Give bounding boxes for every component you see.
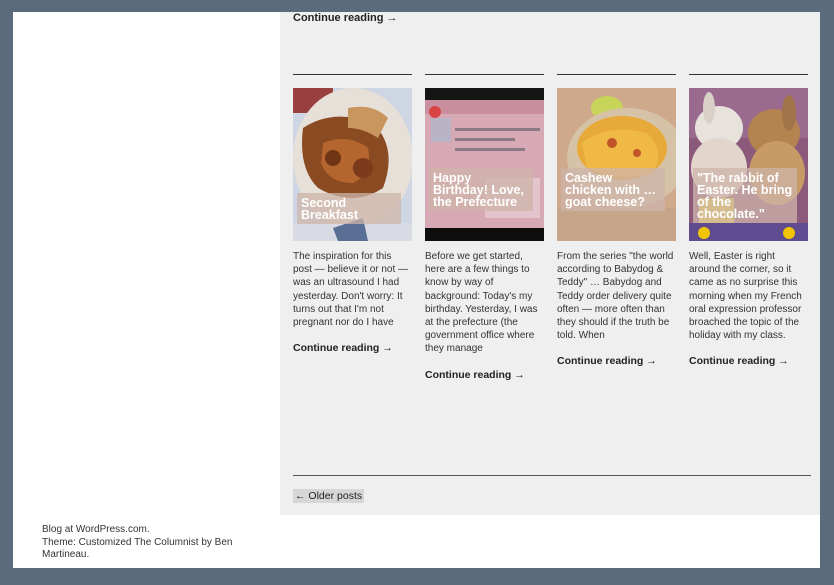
- post-card: Second Breakfast The inspiration for thi…: [293, 74, 412, 354]
- post-title[interactable]: Happy Birthday! Love, the Prefecture: [429, 168, 533, 211]
- site-footer: Blog at WordPress.com. Theme: Customized…: [42, 524, 272, 562]
- post-title[interactable]: Cashew chicken with … goat cheese?: [561, 168, 665, 211]
- post-title[interactable]: Second Breakfast: [297, 193, 401, 224]
- post-card: Happy Birthday! Love, the Prefecture Bef…: [425, 74, 544, 381]
- continue-reading-link[interactable]: Continue reading →: [689, 355, 808, 367]
- post-thumbnail[interactable]: "The rabbit of Easter. He bring of the c…: [689, 88, 808, 241]
- footer-credit[interactable]: Blog at WordPress.com.: [42, 524, 272, 537]
- divider: [557, 74, 676, 75]
- post-title[interactable]: "The rabbit of Easter. He bring of the c…: [693, 168, 797, 223]
- footer-theme[interactable]: Theme: Customized The Columnist by Ben M…: [42, 537, 272, 562]
- post-card: Cashew chicken with … goat cheese? From …: [557, 74, 676, 367]
- divider: [293, 74, 412, 75]
- post-excerpt: Before we get started, here are a few th…: [425, 251, 538, 355]
- page: Continue reading → Second Breakfast The …: [13, 12, 820, 568]
- continue-reading-link[interactable]: Continue reading →: [293, 12, 398, 24]
- pagination-divider: [293, 475, 811, 476]
- divider: [689, 74, 808, 75]
- post-excerpt: From the series "the world according to …: [557, 251, 674, 342]
- post-thumbnail[interactable]: Happy Birthday! Love, the Prefecture: [425, 88, 544, 241]
- post-excerpt: The inspiration for this post — believe …: [293, 251, 409, 329]
- post-grid: Continue reading → Second Breakfast The …: [280, 12, 820, 515]
- continue-reading-link[interactable]: Continue reading →: [293, 342, 412, 354]
- residence-card-image: [425, 88, 544, 241]
- post-card: "The rabbit of Easter. He bring of the c…: [689, 74, 808, 367]
- post-thumbnail[interactable]: Cashew chicken with … goat cheese?: [557, 88, 676, 241]
- cashew-chicken-image: [557, 88, 676, 241]
- older-posts-link[interactable]: ← Older posts: [293, 489, 365, 503]
- continue-reading-link[interactable]: Continue reading →: [557, 355, 676, 367]
- divider: [425, 74, 544, 75]
- continue-reading-link[interactable]: Continue reading →: [425, 369, 544, 381]
- post-thumbnail[interactable]: Second Breakfast: [293, 88, 412, 241]
- post-excerpt: Well, Easter is right around the corner,…: [689, 251, 802, 342]
